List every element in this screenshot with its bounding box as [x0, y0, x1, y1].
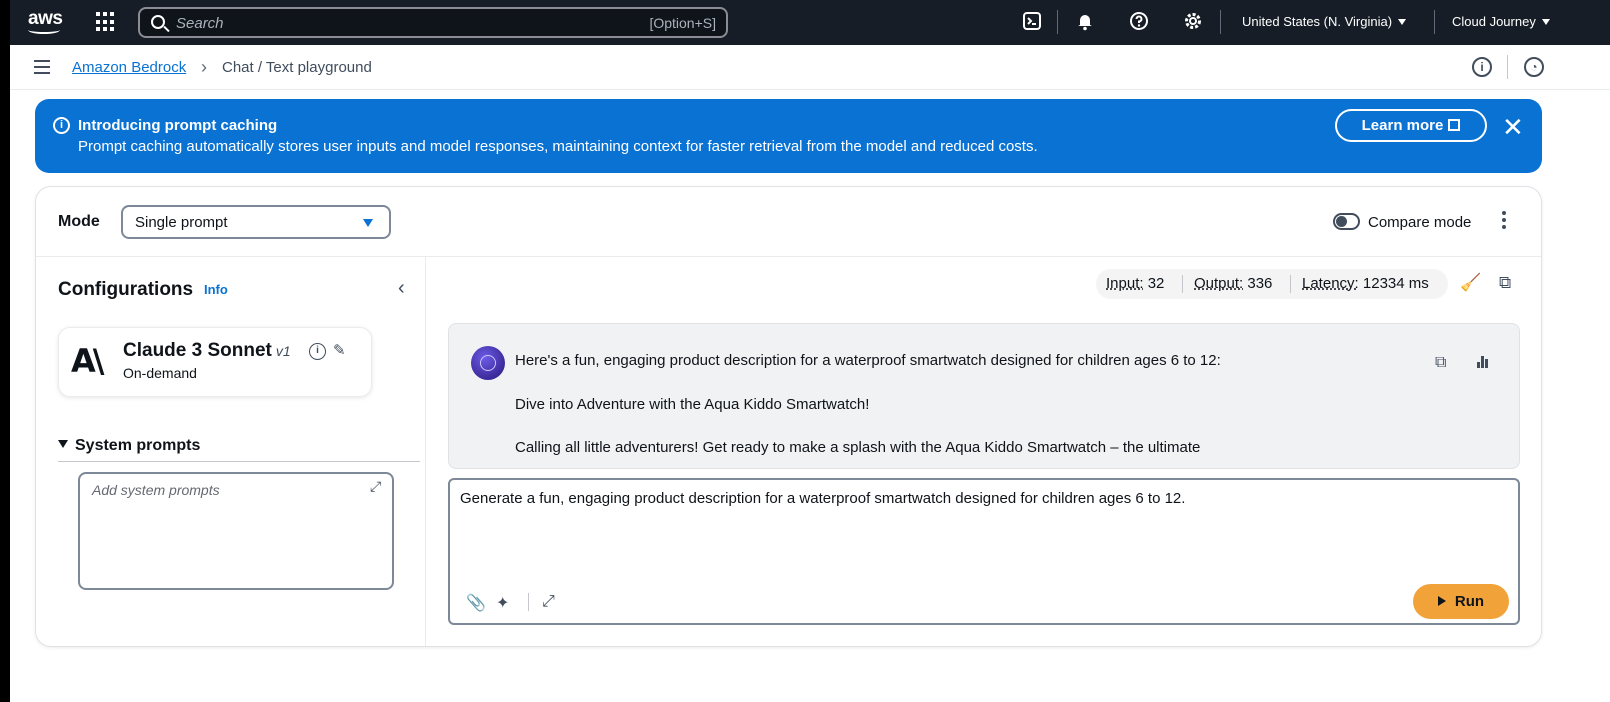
banner-body: Prompt caching automatically stores user… — [78, 138, 1038, 155]
system-prompts-placeholder: Add system prompts — [92, 482, 220, 498]
region-selector[interactable]: United States (N. Virginia) — [1242, 14, 1407, 29]
compare-mode-label: Compare mode — [1368, 214, 1472, 231]
cloudshell-icon[interactable] — [1021, 11, 1043, 33]
compare-mode-toggle[interactable] — [1333, 213, 1360, 230]
attach-paperclip-icon[interactable]: 📎 — [466, 593, 486, 613]
prompt-text: Generate a fun, engaging product descrip… — [460, 490, 1186, 507]
breadcrumb-current: Chat / Text playground — [222, 59, 372, 76]
divider — [1182, 275, 1183, 293]
prompt-caching-banner: i Introducing prompt caching Prompt cach… — [35, 99, 1542, 173]
divider — [1507, 55, 1508, 79]
info-icon: i — [53, 117, 70, 134]
play-icon — [1437, 596, 1446, 606]
caret-down-icon — [1541, 19, 1550, 25]
copy-icon[interactable]: ⧉ — [1435, 354, 1446, 372]
model-version: v1 — [275, 343, 291, 359]
model-name: Claude 3 Sonnet v1 — [123, 340, 291, 362]
input-tokens-value: 32 — [1147, 275, 1165, 292]
system-prompts-label: System prompts — [75, 437, 201, 454]
input-tokens-label: Input: — [1106, 275, 1144, 292]
model-name-text: Claude 3 Sonnet — [123, 340, 272, 361]
breadcrumb: Amazon Bedrock › Chat / Text playground … — [10, 45, 1610, 90]
top-navigation: aws Search [Option+S] United States (N. … — [10, 0, 1610, 45]
aws-smile-icon — [28, 26, 60, 34]
search-placeholder: Search — [176, 15, 224, 32]
nav-divider — [1220, 10, 1221, 34]
model-throughput: On-demand — [123, 365, 197, 381]
configurations-title: Configurations — [58, 279, 194, 300]
learn-more-button[interactable]: Learn more — [1335, 109, 1487, 142]
model-card[interactable]: A\ Claude 3 Sonnet v1 On-demand i ✎ — [58, 327, 372, 397]
response-line: Dive into Adventure with the Aqua Kiddo … — [515, 396, 870, 413]
clear-chat-icon[interactable]: 🧹 — [1460, 273, 1481, 293]
mode-select[interactable]: Single prompt — [121, 205, 391, 239]
copy-icon[interactable]: ⧉ — [1499, 273, 1511, 293]
settings-icon[interactable] — [1182, 11, 1204, 33]
aws-logo[interactable]: aws — [26, 8, 66, 36]
close-icon[interactable]: ✕ — [1502, 112, 1524, 143]
divider — [1290, 275, 1291, 293]
expand-icon[interactable]: ⤢ — [370, 478, 381, 495]
model-response: Here's a fun, engaging product descripti… — [448, 323, 1520, 469]
info-link[interactable]: Info — [204, 282, 228, 297]
output-tokens-label: Output: — [1194, 275, 1244, 292]
latency-metric: Latency: 12334 ms — [1302, 275, 1429, 292]
collapse-panel-icon[interactable]: ‹ — [398, 277, 405, 300]
nav-divider — [1434, 10, 1435, 34]
mode-selected-value: Single prompt — [135, 214, 228, 231]
banner-title: Introducing prompt caching — [78, 117, 278, 134]
mode-label: Mode — [58, 213, 100, 230]
help-icon[interactable] — [1128, 11, 1150, 33]
response-line: Here's a fun, engaging product descripti… — [515, 352, 1221, 369]
caret-down-icon — [1398, 19, 1407, 25]
expand-icon[interactable]: ⤢ — [542, 593, 555, 611]
system-prompts-toggle[interactable]: System prompts — [58, 437, 420, 462]
playground-container: Mode Single prompt Compare mode Configur… — [35, 186, 1542, 647]
output-tokens-metric: Output: 336 — [1194, 275, 1272, 292]
model-avatar-icon — [471, 346, 505, 380]
run-button[interactable]: Run — [1413, 584, 1509, 619]
external-link-icon — [1448, 119, 1461, 131]
metrics-bar: Input: 32 Output: 336 Latency: 12334 ms — [1096, 269, 1448, 299]
bell-icon[interactable] — [1074, 11, 1096, 33]
model-info-icon[interactable]: i — [309, 343, 326, 360]
mode-row: Mode Single prompt Compare mode — [36, 187, 1541, 257]
configurations-panel: Configurations Info ‹ A\ Claude 3 Sonnet… — [36, 257, 426, 646]
chevron-right-icon: › — [201, 57, 207, 77]
nav-divider — [1057, 10, 1058, 34]
response-line: Calling all little adventurers! Get read… — [515, 439, 1201, 456]
caret-down-icon — [58, 440, 68, 448]
info-panel-icon[interactable]: i — [1472, 57, 1492, 77]
latency-label: Latency: — [1302, 275, 1359, 292]
anthropic-logo-icon: A\ — [71, 342, 104, 380]
run-label: Run — [1454, 593, 1485, 610]
services-grid-icon[interactable] — [96, 12, 116, 32]
account-label: Cloud Journey — [1452, 14, 1536, 29]
search-icon — [151, 15, 165, 29]
edit-pencil-icon[interactable]: ✎ — [333, 341, 346, 359]
system-prompts-input[interactable]: Add system prompts ⤢ — [78, 472, 394, 590]
prompt-input[interactable]: Generate a fun, engaging product descrip… — [448, 478, 1520, 625]
search-shortcut: [Option+S] — [649, 15, 716, 31]
learn-more-label: Learn more — [1361, 117, 1444, 134]
search-input[interactable]: Search [Option+S] — [138, 7, 728, 38]
account-menu[interactable]: Cloud Journey — [1452, 14, 1550, 29]
app-frame: aws Search [Option+S] United States (N. … — [10, 0, 1610, 702]
output-tokens-value: 336 — [1247, 275, 1273, 292]
input-tokens-metric: Input: 32 — [1106, 275, 1164, 292]
latency-value: 12334 ms — [1362, 275, 1429, 292]
metrics-bars-icon[interactable] — [1477, 356, 1489, 368]
magic-wand-icon[interactable]: ✦ — [496, 593, 509, 613]
menu-icon[interactable] — [34, 60, 50, 74]
more-options-icon[interactable] — [1502, 211, 1506, 229]
breadcrumb-link-bedrock[interactable]: Amazon Bedrock — [72, 59, 186, 76]
settings-panel-icon[interactable]: ◔ — [1524, 57, 1544, 77]
divider — [528, 593, 529, 611]
caret-down-icon — [363, 219, 373, 227]
region-label: United States (N. Virginia) — [1242, 14, 1393, 29]
